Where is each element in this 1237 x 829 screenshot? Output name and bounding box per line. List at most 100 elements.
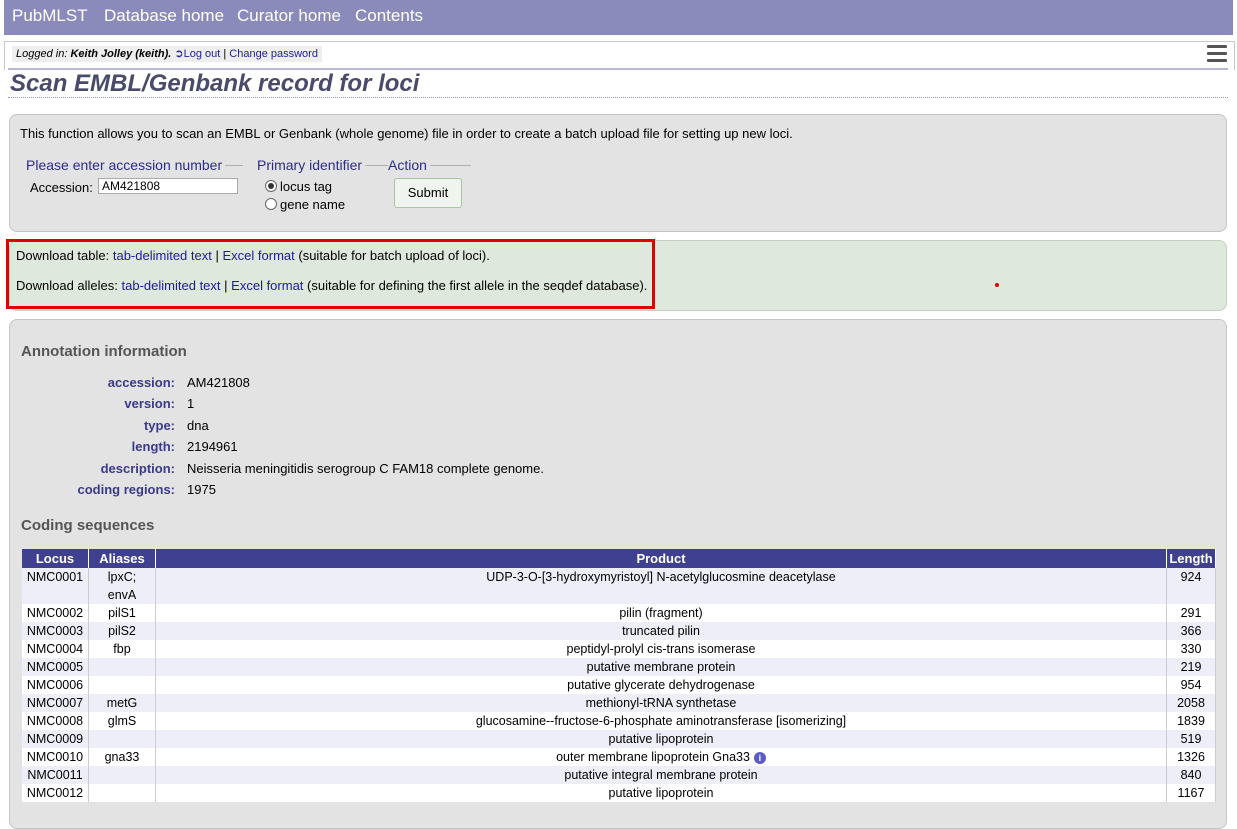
annotation-key: accession: <box>107 375 175 390</box>
cell-length: 924 <box>1166 568 1216 604</box>
cell-aliases <box>88 784 156 802</box>
annotation-key: coding regions: <box>77 482 176 497</box>
cell-aliases <box>88 766 156 784</box>
cell-product: pilin (fragment) <box>155 604 1167 622</box>
table-row: NMC0004 fbp peptidyl-prolyl cis-trans is… <box>22 640 1216 658</box>
cell-product: putative glycerate dehydrogenase <box>155 676 1167 694</box>
annotation-value: Neisseria meningitidis serogroup C FAM18… <box>187 461 544 476</box>
nav-database-home[interactable]: Database home <box>104 6 224 26</box>
cell-product: methionyl-tRNA synthetase <box>155 694 1167 712</box>
alias-text: lpxC; <box>107 570 137 584</box>
cell-product: putative lipoprotein <box>155 784 1167 802</box>
table-row: NMC0009 putative lipoprotein 519 <box>22 730 1216 748</box>
annotation-row-version: version: 1 <box>10 396 710 414</box>
scan-form-box: This function allows you to scan an EMBL… <box>9 114 1227 232</box>
cell-length: 291 <box>1166 604 1216 622</box>
top-nav-bar: PubMLST Database home Curator home Conte… <box>4 0 1233 35</box>
cell-locus: NMC0009 <box>22 730 89 748</box>
locus-tag-label: locus tag <box>280 179 333 194</box>
gene-name-radio[interactable] <box>265 198 277 210</box>
annotation-heading: Annotation information <box>21 343 187 360</box>
cell-aliases <box>88 730 156 748</box>
table-row: NMC0008 glmS glucosamine--fructose-6-pho… <box>22 712 1216 730</box>
primary-identifier-legend: Primary identifier <box>257 157 363 173</box>
table-row: NMC0012 putative lipoprotein 1167 <box>22 784 1216 802</box>
table-row: NMC0002 pilS1 pilin (fragment) 291 <box>22 604 1216 622</box>
cell-aliases: metG <box>88 694 156 712</box>
cell-aliases <box>88 676 156 694</box>
col-aliases[interactable]: Aliases <box>88 549 156 568</box>
annotation-row-type: type: dna <box>10 418 710 436</box>
cell-aliases: pilS1 <box>88 604 156 622</box>
cell-length: 1326 <box>1166 748 1216 766</box>
table-row: NMC0003 pilS2 truncated pilin 366 <box>22 622 1216 640</box>
logout-icon[interactable]: ➲ <box>174 48 183 60</box>
cell-locus: NMC0010 <box>22 748 89 766</box>
table-row: NMC0005 putative membrane protein 219 <box>22 658 1216 676</box>
logged-in-label: Logged in: <box>16 48 68 60</box>
login-bar: Logged in: Keith Jolley (keith). ➲Log ou… <box>4 41 1235 70</box>
logout-link[interactable]: Log out <box>184 48 221 60</box>
cell-locus: NMC0007 <box>22 694 89 712</box>
table-row: NMC0010 gna33 outer membrane lipoprotein… <box>22 748 1216 766</box>
nav-pubmlst[interactable]: PubMLST <box>12 6 88 26</box>
cell-product: UDP-3-O-[3-hydroxymyristoyl] N-acetylglu… <box>155 568 1167 604</box>
info-icon[interactable]: i <box>753 751 766 764</box>
cell-aliases: glmS <box>88 712 156 730</box>
accession-legend: Please enter accession number <box>26 157 223 173</box>
annotation-value: 1 <box>187 396 195 411</box>
accession-input[interactable] <box>98 178 238 194</box>
cell-aliases: lpxC; envA <box>88 568 156 604</box>
cell-locus: NMC0006 <box>22 676 89 694</box>
cell-aliases: gna33 <box>88 748 156 766</box>
col-locus[interactable]: Locus <box>22 549 89 568</box>
table-row: NMC0001 lpxC; envA UDP-3-O-[3-hydroxymyri… <box>22 568 1216 604</box>
cell-locus: NMC0008 <box>22 712 89 730</box>
cell-length: 954 <box>1166 676 1216 694</box>
change-password-link[interactable]: Change password <box>229 48 318 60</box>
red-dot-marker <box>995 283 999 287</box>
annotation-key: description: <box>100 461 175 476</box>
cell-product: putative membrane protein <box>155 658 1167 676</box>
gene-name-label: gene name <box>280 197 346 212</box>
submit-button[interactable]: Submit <box>394 178 462 208</box>
cell-product: truncated pilin <box>155 622 1167 640</box>
cell-length: 2058 <box>1166 694 1216 712</box>
cell-locus: NMC0011 <box>22 766 89 784</box>
annotation-value: AM421808 <box>187 375 250 390</box>
hamburger-menu-icon[interactable] <box>1207 45 1227 63</box>
table-header-row: Locus Aliases Product Length <box>22 549 1216 568</box>
cell-locus: NMC0002 <box>22 604 89 622</box>
coding-sequences-heading: Coding sequences <box>21 517 155 534</box>
col-product[interactable]: Product <box>155 549 1167 568</box>
cell-length: 1167 <box>1166 784 1216 802</box>
col-length[interactable]: Length <box>1166 549 1216 568</box>
table-row: NMC0007 metG methionyl-tRNA synthetase 2… <box>22 694 1216 712</box>
cell-locus: NMC0004 <box>22 640 89 658</box>
locus-tag-radio[interactable] <box>265 180 277 192</box>
page-title: Scan EMBL/Genbank record for loci <box>10 70 420 97</box>
annotation-key: length: <box>131 439 175 454</box>
annotation-value: 1975 <box>187 482 216 497</box>
table-row: NMC0006 putative glycerate dehydrogenase… <box>22 676 1216 694</box>
annotation-key: version: <box>124 396 175 411</box>
product-text: outer membrane lipoprotein Gna33 <box>556 750 750 764</box>
cell-product: putative lipoprotein <box>155 730 1167 748</box>
title-rule-bottom <box>8 97 1228 98</box>
annotation-row-length: length: 2194961 <box>10 439 710 457</box>
nav-contents[interactable]: Contents <box>355 6 423 26</box>
cell-aliases: pilS2 <box>88 622 156 640</box>
nav-curator-home[interactable]: Curator home <box>237 6 341 26</box>
cell-aliases: fbp <box>88 640 156 658</box>
logged-in-user: Keith Jolley (keith). <box>70 48 172 60</box>
cell-locus: NMC0012 <box>22 784 89 802</box>
cell-length: 219 <box>1166 658 1216 676</box>
accession-label: Accession: <box>30 180 93 195</box>
alias-text: envA <box>107 588 137 602</box>
cell-length: 519 <box>1166 730 1216 748</box>
cell-length: 330 <box>1166 640 1216 658</box>
login-separator: | <box>223 48 227 60</box>
cell-product: outer membrane lipoprotein Gna33 i <box>155 748 1167 766</box>
annotation-row-accession: accession: AM421808 <box>10 375 710 393</box>
cell-length: 840 <box>1166 766 1216 784</box>
